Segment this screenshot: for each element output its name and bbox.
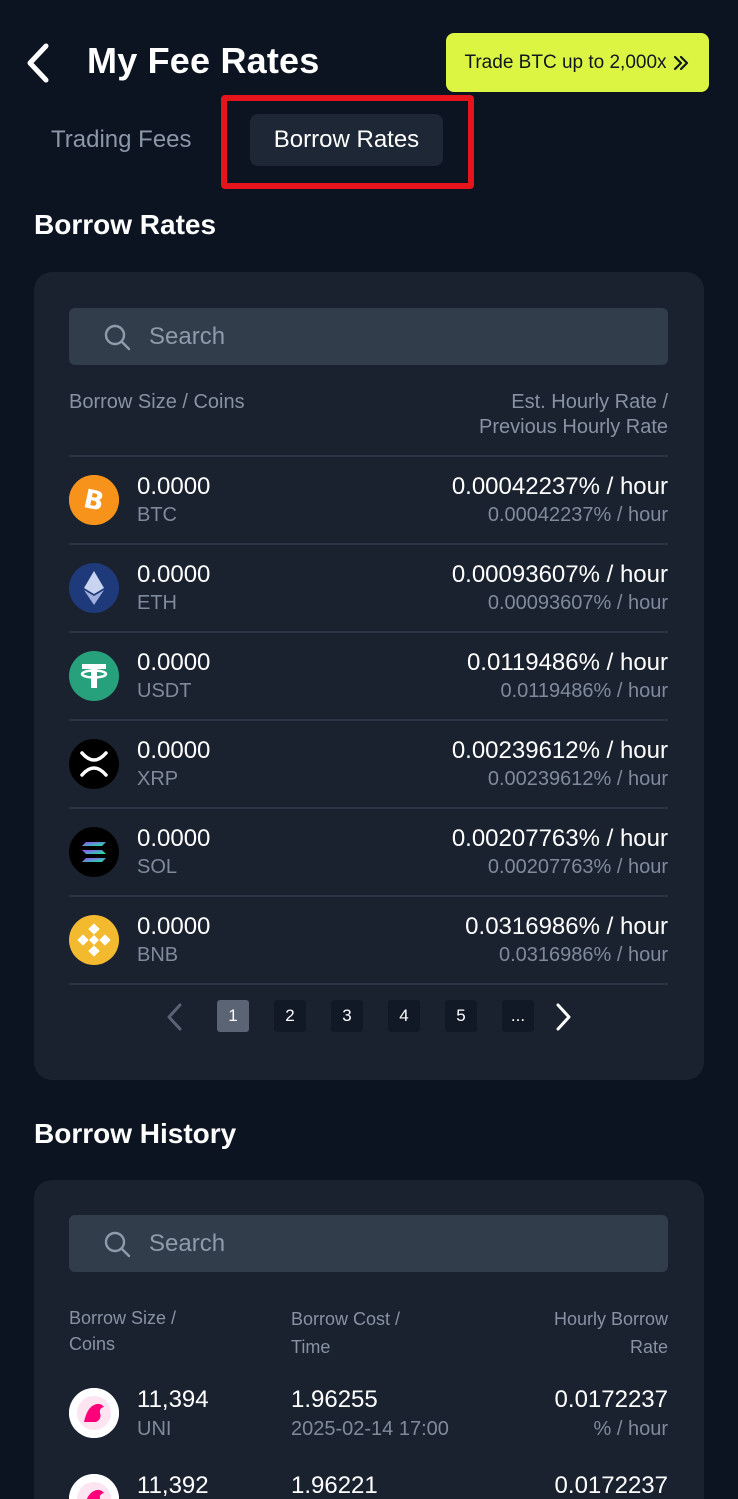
borrow-time: 2025-02-14 17:00 [291, 1418, 449, 1440]
prev-page-button[interactable] [162, 1002, 188, 1032]
previous-hourly-rate: 0.00093607% / hour [487, 592, 668, 614]
borrow-amount: 0.0000 [137, 825, 211, 852]
previous-hourly-rate: 0.00042237% / hour [487, 504, 668, 526]
coin-symbol: BNB [137, 944, 179, 966]
borrow-rates-heading: Borrow Rates [34, 209, 217, 240]
page-ellipsis[interactable]: ... [502, 1000, 534, 1032]
coin-symbol: ETH [137, 592, 177, 614]
col-header-borrow-size-line1: Borrow Size / [69, 1308, 177, 1328]
eth-icon [69, 563, 119, 613]
borrow-amount: 11,394 [137, 1386, 209, 1413]
page-button-3[interactable]: 3 [331, 1000, 363, 1032]
borrow-rates-search-input[interactable]: Search [69, 308, 668, 365]
hourly-borrow-rate: 0.0172237 [554, 1472, 668, 1499]
table-row[interactable]: 0.0000 BNB 0.0316986% / hour 0.0316986% … [69, 895, 668, 985]
est-hourly-rate: 0.00093607% / hour [451, 561, 668, 588]
borrow-amount: 0.0000 [137, 737, 211, 764]
page-button-4[interactable]: 4 [388, 1000, 420, 1032]
col-header-hourly-borrow-rate: Hourly Borrow Rate [554, 1305, 668, 1361]
chevron-right-icon [556, 1003, 571, 1031]
est-hourly-rate: 0.00042237% / hour [451, 473, 668, 500]
uni-icon [69, 1474, 119, 1499]
page-button-1[interactable]: 1 [217, 1000, 249, 1032]
back-arrow-icon [27, 43, 49, 83]
hourly-borrow-rate-unit: % / hour [593, 1418, 668, 1440]
sol-icon [69, 827, 119, 877]
col-header-previous-hourly-rate: Previous Hourly Rate [479, 416, 668, 438]
est-hourly-rate: 0.00207763% / hour [451, 825, 668, 852]
previous-hourly-rate: 0.00239612% / hour [487, 768, 668, 790]
uni-icon [69, 1388, 119, 1438]
est-hourly-rate: 0.0316986% / hour [465, 913, 668, 940]
borrow-history-heading: Borrow History [34, 1118, 237, 1149]
history-row[interactable]: 11,392 1.96221 0.0172237 [69, 1452, 668, 1499]
col-header-borrow-size: Borrow Size / Coins [69, 391, 245, 413]
col-header-borrow-size: Borrow Size / Coins [69, 1305, 176, 1357]
page-button-2[interactable]: 2 [274, 1000, 306, 1032]
table-row[interactable]: B 0.0000 BTC 0.00042237% / hour 0.000422… [69, 455, 668, 543]
btc-icon: B [69, 475, 119, 525]
table-row[interactable]: 0.0000 XRP 0.00239612% / hour 0.00239612… [69, 719, 668, 807]
est-hourly-rate: 0.00239612% / hour [451, 737, 668, 764]
back-button[interactable] [22, 40, 62, 86]
pagination: 1 2 3 4 5 ... [34, 1000, 704, 1034]
borrow-history-search-input[interactable]: Search [69, 1215, 668, 1272]
borrow-cost: 1.96221 [291, 1472, 378, 1499]
chevron-left-icon [167, 1003, 182, 1031]
coin-symbol: XRP [137, 768, 179, 790]
est-hourly-rate: 0.0119486% / hour [466, 649, 668, 676]
search-icon [104, 324, 131, 350]
double-chevron-right-icon [673, 55, 688, 70]
next-page-button[interactable] [550, 1002, 576, 1032]
usdt-icon [69, 651, 119, 701]
col-header-borrow-cost-line1: Borrow Cost / [291, 1309, 401, 1329]
borrow-amount: 11,392 [137, 1472, 209, 1499]
page-button-5[interactable]: 5 [445, 1000, 477, 1032]
promo-label: Trade BTC up to 2,000x [464, 51, 667, 73]
previous-hourly-rate: 0.00207763% / hour [487, 856, 668, 878]
col-header-borrow-size-line2: Coins [69, 1334, 116, 1354]
col-header-borrow-cost-line2: Time [291, 1337, 331, 1357]
search-placeholder: Search [149, 322, 226, 350]
col-header-borrow-cost: Borrow Cost / Time [291, 1305, 400, 1361]
borrow-amount: 0.0000 [137, 561, 211, 588]
search-icon [104, 1231, 131, 1257]
table-row[interactable]: 0.0000 USDT 0.0119486% / hour 0.0119486%… [69, 631, 668, 719]
borrow-rates-card: Search Borrow Size / Coins Est. Hourly R… [34, 272, 704, 1080]
bnb-icon [69, 915, 119, 965]
table-row[interactable]: 0.0000 SOL 0.00207763% / hour 0.00207763… [69, 807, 668, 895]
tab-borrow-rates-label: Borrow Rates [273, 126, 420, 153]
borrow-amount: 0.0000 [137, 473, 211, 500]
col-header-est-hourly-rate: Est. Hourly Rate / [511, 391, 668, 413]
borrow-history-card: Search Borrow Size / Coins Borrow Cost /… [34, 1180, 704, 1499]
hourly-borrow-rate: 0.0172237 [554, 1386, 668, 1413]
coin-symbol: UNI [137, 1418, 172, 1440]
coin-symbol: SOL [137, 856, 178, 878]
borrow-amount: 0.0000 [137, 649, 211, 676]
col-header-hourly-borrow-rate-line1: Hourly Borrow [553, 1309, 668, 1329]
col-header-hourly-borrow-rate-line2: Rate [629, 1337, 668, 1357]
xrp-icon [69, 739, 119, 789]
borrow-amount: 0.0000 [137, 913, 211, 940]
header: My Fee Rates Trade BTC up to 2,000x [0, 0, 738, 125]
col-header-hourly-rate: Est. Hourly Rate / Previous Hourly Rate [479, 390, 668, 440]
search-placeholder: Search [149, 1229, 226, 1257]
tab-trading-fees[interactable]: Trading Fees [51, 126, 192, 154]
coin-symbol: USDT [137, 680, 192, 702]
borrow-cost: 1.96255 [291, 1386, 378, 1413]
tab-borrow-rates[interactable]: Borrow Rates [250, 114, 443, 166]
previous-hourly-rate: 0.0119486% / hour [500, 680, 668, 702]
history-row[interactable]: 11,394 UNI 1.96255 2025-02-14 17:00 0.01… [69, 1366, 668, 1456]
table-row[interactable]: 0.0000 ETH 0.00093607% / hour 0.00093607… [69, 543, 668, 631]
previous-hourly-rate: 0.0316986% / hour [498, 944, 668, 966]
page-title: My Fee Rates [87, 40, 320, 81]
coin-symbol: BTC [137, 504, 177, 526]
promo-trade-button[interactable]: Trade BTC up to 2,000x [446, 33, 709, 92]
